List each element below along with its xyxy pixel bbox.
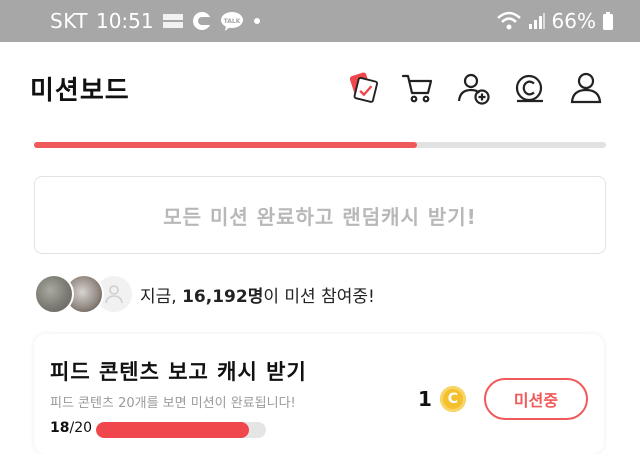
talk-icon-label: TALK	[223, 18, 240, 25]
signal-icon	[528, 12, 546, 30]
mission-progress-current: 18	[50, 420, 70, 436]
cart-icon[interactable]	[400, 68, 436, 108]
status-bar-left: SKT 10:51 TALK	[50, 0, 262, 42]
add-friend-icon[interactable]	[456, 68, 492, 108]
mission-progress-total: /20	[69, 420, 93, 436]
mission-card[interactable]: 피드 콘텐츠 보고 캐시 받기 피드 콘텐츠 20개를 보면 미션이 완료됩니다…	[34, 334, 604, 454]
page-title: 미션보드	[30, 76, 130, 106]
cash-icon[interactable]	[512, 68, 548, 108]
mission-progress-bar	[34, 142, 606, 148]
talk-icon: TALK	[220, 11, 244, 31]
mission-card-icon[interactable]	[344, 68, 380, 108]
avatar-group	[34, 272, 134, 316]
clock: 10:51	[95, 9, 154, 33]
mission-card-progress-bar	[96, 422, 266, 438]
app-header: 미션보드	[0, 42, 640, 137]
participants-text: 지금, 16,192명이 미션 참여중!	[140, 282, 375, 307]
c-icon	[192, 11, 212, 31]
status-bar-right: 66%	[496, 0, 614, 42]
battery-percent: 66%	[551, 9, 596, 33]
memo-icon	[162, 12, 184, 30]
profile-icon[interactable]	[568, 68, 604, 108]
battery-icon	[602, 11, 614, 31]
complete-all-missions-button[interactable]: 모든 미션 완료하고 랜덤캐시 받기!	[34, 176, 606, 254]
mission-progress-fill	[34, 142, 418, 148]
user-placeholder-icon	[105, 285, 123, 304]
participants-suffix: 이 미션 참여중!	[263, 286, 375, 307]
wifi-icon	[496, 11, 522, 31]
reward-amount: 1	[418, 387, 432, 411]
coin-icon: C	[439, 386, 466, 412]
participants-count: 16,192명	[182, 286, 264, 307]
mission-title: 피드 콘텐츠 보고 캐시 받기	[50, 360, 307, 384]
status-bar: SKT 10:51 TALK 66%	[0, 0, 640, 42]
participants-row: 지금, 16,192명이 미션 참여중!	[34, 272, 375, 316]
mission-progress-count: 18/20	[50, 420, 92, 436]
participants-prefix: 지금,	[140, 286, 183, 307]
mission-reward: 1 C	[418, 386, 466, 412]
dot-icon	[252, 16, 262, 26]
mission-description: 피드 콘텐츠 20개를 보면 미션이 완료됩니다!	[50, 396, 296, 411]
mission-status-button[interactable]: 미션중	[484, 378, 588, 420]
carrier-label: SKT	[50, 9, 88, 33]
mission-card-progress-fill	[96, 422, 249, 438]
avatar	[34, 274, 74, 314]
